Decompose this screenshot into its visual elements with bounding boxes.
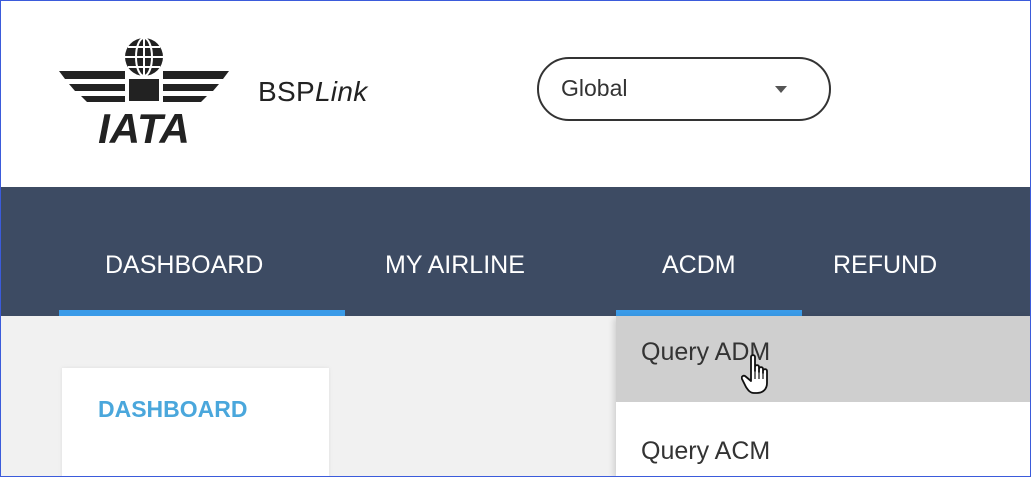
iata-logo[interactable]: IATA: [59, 31, 229, 151]
nav-item-refund[interactable]: REFUND: [833, 251, 937, 280]
menu-item-query-acm-label: Query ACM: [641, 437, 771, 465]
hand-pointer-cursor-icon: [741, 354, 768, 394]
app-name: BSPLink: [258, 76, 368, 108]
tab-dashboard-label: DASHBOARD: [98, 396, 248, 422]
acdm-dropdown-menu: Query ADM Query ACM: [616, 316, 1030, 476]
main-nav: DASHBOARD MY AIRLINE ACDM REFUND: [1, 187, 1030, 316]
menu-item-query-adm[interactable]: Query ADM: [616, 316, 1030, 402]
scope-select-value: Global: [561, 75, 628, 101]
nav-item-my-airline[interactable]: MY AIRLINE: [385, 251, 525, 280]
app-window: IATA BSPLink Global DASHBOARD MY AIRLINE…: [0, 0, 1031, 477]
logo-text: IATA: [98, 105, 190, 151]
globe-icon: [125, 37, 163, 77]
tab-dashboard[interactable]: DASHBOARD: [62, 368, 329, 476]
scope-select[interactable]: Global: [537, 57, 831, 121]
nav-item-acdm[interactable]: ACDM: [662, 251, 736, 280]
nav-item-dashboard[interactable]: DASHBOARD: [105, 251, 263, 280]
caret-down-icon: [775, 86, 787, 93]
header: IATA BSPLink Global: [1, 1, 1030, 187]
app-name-suffix: Link: [314, 76, 368, 107]
app-name-prefix: BSP: [258, 76, 315, 107]
menu-item-query-acm[interactable]: Query ACM: [616, 406, 1030, 476]
